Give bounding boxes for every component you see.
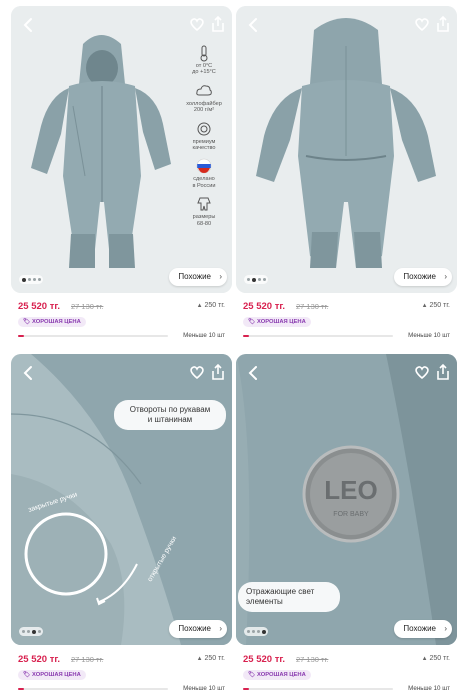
old-price: 27 130 тг.	[296, 655, 329, 664]
old-price: 27 130 тг.	[296, 302, 329, 311]
carousel-dots	[244, 627, 268, 636]
stock-bar	[243, 688, 393, 690]
back-icon[interactable]	[245, 364, 263, 382]
stock-text: Меньше 10 шт	[408, 685, 450, 692]
price-delta: ▲ 250 тг.	[421, 302, 450, 309]
price-delta: ▲ 250 тг.	[196, 302, 225, 309]
similar-button[interactable]: Похожие ›	[169, 620, 227, 638]
back-icon[interactable]	[20, 16, 38, 34]
stock-text: Меньше 10 шт	[183, 332, 225, 339]
carousel-dots	[19, 627, 43, 636]
product-card-back[interactable]: Похожие › 25 520 тг. 27 130 тг. ▲ 250 тг.…	[236, 6, 457, 346]
cuff-closeup-image: закрытые ручки открытые ручки	[11, 354, 232, 645]
product-photo-patch[interactable]: LEO FOR BABY Отражающие свет элементы По…	[236, 354, 457, 645]
arrow-up-icon: ▲	[421, 656, 428, 662]
stock-text: Меньше 10 шт	[183, 685, 225, 692]
product-photo-cuffs[interactable]: закрытые ручки открытые ручки Отвороты п…	[11, 354, 232, 645]
carousel-dots	[19, 275, 43, 284]
cloud-icon	[196, 85, 212, 96]
feature-list: от 0°С до +15°С холлофайбер 200 г/м² пре…	[180, 44, 228, 227]
share-icon[interactable]	[435, 15, 451, 33]
arrow-up-icon: ▲	[421, 303, 428, 309]
romper-size-icon	[197, 197, 211, 211]
feature-text: премиум качество	[192, 138, 216, 152]
stock-bar	[243, 335, 393, 337]
current-price: 25 520 тг.	[243, 301, 285, 312]
old-price: 27 130 тг.	[71, 655, 104, 664]
reflective-callout: Отражающие свет элементы	[238, 582, 340, 612]
chevron-right-icon: ›	[444, 272, 447, 281]
stock-indicator: Меньше 10 шт	[243, 684, 450, 694]
arrow-up-icon: ▲	[196, 303, 203, 309]
patch-logo-text: LEO	[324, 475, 377, 505]
share-icon[interactable]	[210, 363, 226, 381]
good-price-badge: 🏷 ХОРОШАЯ ЦЕНА	[18, 317, 86, 327]
good-price-badge: 🏷 ХОРОШАЯ ЦЕНА	[243, 670, 311, 680]
price-row: 25 520 тг. 27 130 тг. ▲ 250 тг.	[18, 301, 225, 313]
price-row: 25 520 тг. 27 130 тг. ▲ 250 тг.	[243, 654, 450, 666]
current-price: 25 520 тг.	[243, 654, 285, 665]
heart-icon[interactable]	[413, 15, 431, 33]
cuffs-callout: Отвороты по рукавам и штанинам	[114, 400, 226, 430]
feature-item: от 0°С до +15°С	[180, 44, 228, 76]
jumpsuit-back-image	[236, 6, 457, 293]
feature-text: сделано в России	[192, 176, 216, 189]
stock-text: Меньше 10 шт	[408, 332, 450, 339]
feature-text: от 0°С до +15°С	[192, 63, 216, 76]
price-row: 25 520 тг. 27 130 тг. ▲ 250 тг.	[18, 654, 225, 666]
stock-bar	[18, 688, 168, 690]
price-delta: ▲ 250 тг.	[421, 655, 450, 662]
feature-text: холлофайбер 200 г/м²	[186, 100, 222, 114]
chevron-right-icon: ›	[219, 624, 222, 633]
stock-indicator: Меньше 10 шт	[18, 684, 225, 694]
stock-bar	[18, 335, 168, 337]
feature-item: холлофайбер 200 г/м²	[180, 82, 228, 114]
current-price: 25 520 тг.	[18, 654, 60, 665]
back-icon[interactable]	[245, 16, 263, 34]
feature-item: премиум качество	[180, 120, 228, 152]
arrow-up-icon: ▲	[196, 656, 203, 662]
heart-icon[interactable]	[188, 15, 206, 33]
patch-sub-text: FOR BABY	[333, 511, 369, 518]
carousel-dots	[244, 275, 268, 284]
similar-button[interactable]: Похожие ›	[394, 268, 452, 286]
similar-button[interactable]: Похожие ›	[394, 620, 452, 638]
similar-button[interactable]: Похожие ›	[169, 268, 227, 286]
product-photo-back[interactable]: Похожие ›	[236, 6, 457, 293]
back-icon[interactable]	[20, 364, 38, 382]
share-icon[interactable]	[435, 363, 451, 381]
heart-icon[interactable]	[188, 363, 206, 381]
good-price-badge: 🏷 ХОРОШАЯ ЦЕНА	[243, 317, 311, 327]
thermometer-icon	[200, 45, 208, 62]
product-photo-front[interactable]: от 0°С до +15°С холлофайбер 200 г/м² пре…	[11, 6, 232, 293]
feature-text: размеры 68-80	[192, 214, 216, 227]
stock-indicator: Меньше 10 шт	[243, 331, 450, 341]
heart-icon[interactable]	[413, 363, 431, 381]
share-icon[interactable]	[210, 15, 226, 33]
good-price-badge: 🏷 ХОРОШАЯ ЦЕНА	[18, 670, 86, 680]
price-row: 25 520 тг. 27 130 тг. ▲ 250 тг.	[243, 301, 450, 313]
product-card-front[interactable]: от 0°С до +15°С холлофайбер 200 г/м² пре…	[11, 6, 232, 346]
russian-flag-icon	[196, 159, 212, 174]
chevron-right-icon: ›	[444, 624, 447, 633]
old-price: 27 130 тг.	[71, 302, 104, 311]
current-price: 25 520 тг.	[18, 301, 60, 312]
feature-item: сделано в России	[180, 157, 228, 189]
product-card-cuffs[interactable]: закрытые ручки открытые ручки Отвороты п…	[11, 354, 232, 694]
price-delta: ▲ 250 тг.	[196, 655, 225, 662]
chevron-right-icon: ›	[219, 272, 222, 281]
stock-indicator: Меньше 10 шт	[18, 331, 225, 341]
feature-item: размеры 68-80	[180, 195, 228, 227]
quality-medal-icon	[197, 122, 211, 136]
product-card-patch[interactable]: LEO FOR BABY Отражающие свет элементы По…	[236, 354, 457, 694]
